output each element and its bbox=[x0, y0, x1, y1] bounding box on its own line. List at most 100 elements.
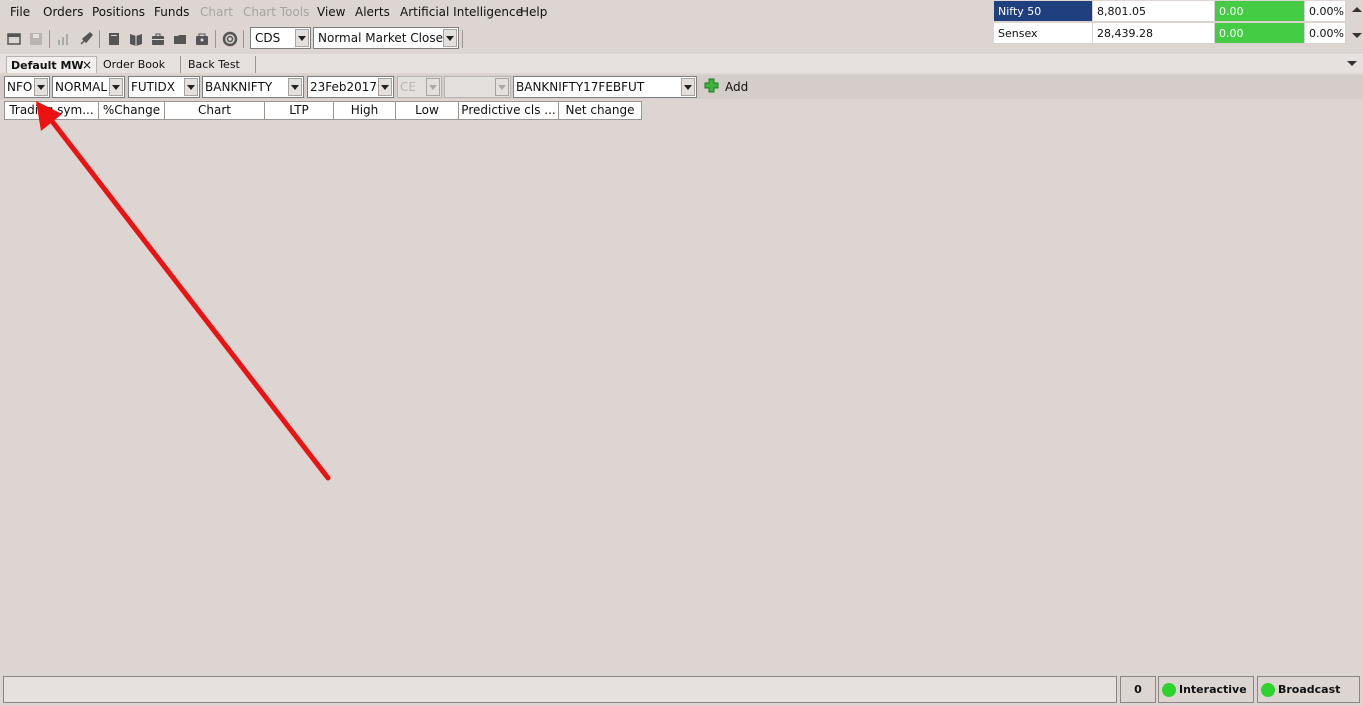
menu-alerts[interactable]: Alerts bbox=[355, 5, 390, 19]
chevron-down-icon bbox=[495, 78, 509, 96]
picker-symbol-select[interactable]: BANKNIFTY bbox=[202, 76, 304, 98]
ticker-scrollbar[interactable] bbox=[1350, 1, 1363, 45]
connected-dot-icon bbox=[1162, 682, 1176, 697]
ticker-index-name[interactable]: Sensex bbox=[994, 23, 1093, 44]
chevron-down-icon[interactable] bbox=[109, 78, 123, 96]
exchange-select[interactable]: CDS bbox=[250, 27, 311, 49]
toolbar-separator bbox=[243, 30, 244, 48]
session-select[interactable]: Normal Market Close bbox=[313, 27, 459, 49]
menu-funds[interactable]: Funds bbox=[154, 5, 189, 19]
chevron-down-icon[interactable] bbox=[378, 78, 392, 96]
ticker-row[interactable]: Nifty 50 8,801.05 0.00 0.00% bbox=[994, 1, 1346, 23]
tab-order-book[interactable]: Order Book bbox=[99, 56, 181, 73]
menu-bar: File Orders Positions Funds Chart Chart … bbox=[0, 0, 990, 24]
interactive-status: Interactive bbox=[1158, 676, 1254, 703]
column-low[interactable]: Low bbox=[396, 102, 459, 119]
status-message bbox=[3, 676, 1117, 703]
status-count-value: 0 bbox=[1134, 683, 1142, 696]
column-predictive-close[interactable]: Predictive cls ... bbox=[459, 102, 559, 119]
menu-orders[interactable]: Orders bbox=[43, 5, 83, 19]
ticker-index-value: 28,439.28 bbox=[1093, 23, 1215, 44]
chevron-down-icon[interactable] bbox=[443, 29, 457, 47]
exchange-select-value: CDS bbox=[255, 31, 281, 45]
toolbar-separator bbox=[99, 30, 100, 48]
support-icon[interactable] bbox=[222, 31, 238, 47]
chevron-down-icon[interactable] bbox=[34, 78, 48, 96]
chevron-down-icon[interactable] bbox=[288, 78, 302, 96]
folder-icon[interactable] bbox=[172, 31, 188, 47]
index-ticker: Nifty 50 8,801.05 0.00 0.00% Sensex 28,4… bbox=[994, 1, 1346, 45]
symbol-picker: NFO NORMAL FUTIDX BANKNIFTY 23Feb2017 CE… bbox=[0, 75, 1363, 99]
status-count: 0 bbox=[1120, 676, 1156, 703]
ticker-index-pct: 0.00% bbox=[1305, 23, 1346, 44]
picker-expiry-select[interactable]: 23Feb2017 bbox=[307, 76, 394, 98]
menu-help[interactable]: Help bbox=[520, 5, 547, 19]
menu-positions[interactable]: Positions bbox=[92, 5, 145, 19]
toolbar-separator bbox=[462, 30, 463, 48]
interactive-status-label: Interactive bbox=[1179, 683, 1247, 696]
picker-strike-select bbox=[444, 76, 511, 98]
picker-instrument-value: FUTIDX bbox=[131, 80, 176, 94]
column-pct-change[interactable]: %Change bbox=[99, 102, 165, 119]
ticker-index-value: 8,801.05 bbox=[1093, 1, 1215, 22]
broadcast-status-label: Broadcast bbox=[1278, 683, 1341, 696]
menu-view[interactable]: View bbox=[317, 5, 345, 19]
tab-list-dropdown-icon[interactable] bbox=[1347, 61, 1357, 66]
picker-option-type-select: CE bbox=[397, 76, 442, 98]
menu-file[interactable]: File bbox=[10, 5, 30, 19]
tab-default-mw[interactable]: Default MW × bbox=[6, 56, 97, 73]
open-window-icon[interactable] bbox=[6, 31, 22, 47]
chevron-down-icon[interactable] bbox=[184, 78, 198, 96]
menu-artificial-intelligence[interactable]: Artificial Intelligence bbox=[400, 5, 523, 19]
tab-label: Order Book bbox=[103, 58, 166, 71]
tab-label: Back Test bbox=[188, 58, 240, 71]
column-high[interactable]: High bbox=[334, 102, 396, 119]
chevron-down-icon[interactable] bbox=[681, 78, 695, 96]
save-icon bbox=[28, 31, 44, 47]
toolbar: CDS Normal Market Close bbox=[0, 27, 990, 51]
column-net-change[interactable]: Net change bbox=[559, 102, 641, 119]
picker-market-select[interactable]: NORMAL bbox=[52, 76, 125, 98]
tab-back-test[interactable]: Back Test bbox=[184, 56, 256, 73]
column-chart[interactable]: Chart bbox=[165, 102, 265, 119]
briefcase-icon[interactable] bbox=[150, 31, 166, 47]
picker-market-value: NORMAL bbox=[55, 80, 108, 94]
close-icon[interactable]: × bbox=[82, 57, 92, 74]
menu-chart-tools: Chart Tools bbox=[243, 5, 310, 19]
book-icon[interactable] bbox=[106, 31, 122, 47]
ticker-index-change: 0.00 bbox=[1215, 1, 1305, 22]
column-trading-symbol[interactable]: Trading sym... bbox=[5, 102, 99, 119]
toolbar-separator bbox=[215, 30, 216, 48]
picker-instrument-select[interactable]: FUTIDX bbox=[128, 76, 200, 98]
plus-icon bbox=[704, 78, 719, 96]
picker-option-type-value: CE bbox=[400, 80, 416, 94]
tab-bar: Default MW × Order Book Back Test bbox=[0, 54, 1363, 73]
portfolio-icon[interactable] bbox=[194, 31, 210, 47]
connected-dot-icon bbox=[1261, 682, 1275, 697]
ticker-index-name[interactable]: Nifty 50 bbox=[994, 1, 1093, 22]
toolbar-separator bbox=[49, 30, 50, 48]
chevron-down-icon[interactable] bbox=[295, 29, 309, 47]
picker-exchange-select[interactable]: NFO bbox=[4, 76, 50, 98]
session-select-value: Normal Market Close bbox=[318, 31, 443, 45]
picker-trading-symbol-select[interactable]: BANKNIFTY17FEBFUT bbox=[513, 76, 697, 98]
chevron-down-icon bbox=[426, 78, 440, 96]
column-ltp[interactable]: LTP bbox=[265, 102, 334, 119]
picker-exchange-value: NFO bbox=[7, 80, 33, 94]
menu-chart: Chart bbox=[200, 5, 233, 19]
scroll-down-icon[interactable] bbox=[1352, 33, 1362, 38]
market-watch-header: Trading sym... %Change Chart LTP High Lo… bbox=[4, 101, 642, 120]
tab-label: Default MW bbox=[11, 59, 84, 72]
broadcast-status: Broadcast bbox=[1257, 676, 1360, 703]
status-bar: 0 Interactive Broadcast bbox=[0, 674, 1363, 706]
ticker-index-pct: 0.00% bbox=[1305, 1, 1346, 22]
ticker-index-change: 0.00 bbox=[1215, 23, 1305, 44]
picker-expiry-value: 23Feb2017 bbox=[310, 80, 378, 94]
add-symbol-button[interactable]: Add bbox=[704, 78, 748, 96]
picker-trading-symbol-value: BANKNIFTY17FEBFUT bbox=[516, 80, 645, 94]
rocket-icon[interactable] bbox=[78, 31, 94, 47]
scroll-up-icon[interactable] bbox=[1352, 7, 1362, 12]
order-book-icon[interactable] bbox=[128, 31, 144, 47]
ticker-row[interactable]: Sensex 28,439.28 0.00 0.00% bbox=[994, 23, 1346, 45]
add-label: Add bbox=[725, 80, 749, 94]
